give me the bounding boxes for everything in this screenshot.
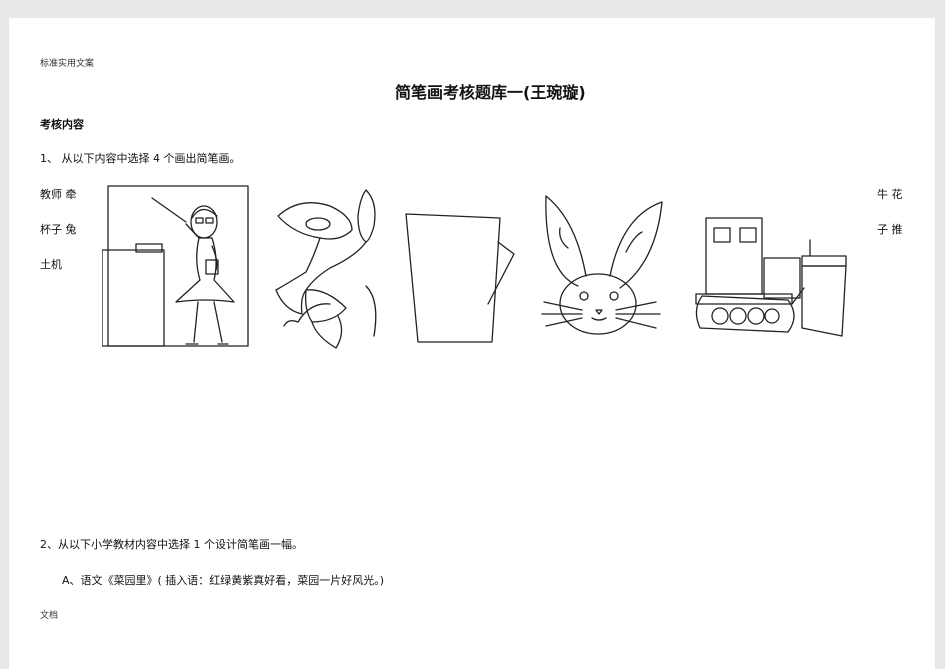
- document-title: 简笔画考核题库一(王琬璇): [395, 83, 586, 102]
- section-heading: 考核内容: [40, 118, 84, 131]
- cup-drawing: [405, 213, 515, 343]
- question-1-text: 1、 从以下内容中选择 4 个画出简笔画。: [40, 152, 241, 165]
- right-text-line-2: 子 推: [877, 223, 903, 236]
- morning-glory-drawing: [275, 189, 377, 349]
- page-footer: 文档: [40, 611, 59, 621]
- teacher-drawing: [102, 185, 249, 347]
- page-header: 标准实用文案: [40, 59, 95, 69]
- question-2-text: 2、从以下小学教材内容中选择 1 个设计简笔画一幅。: [40, 538, 303, 551]
- bulldozer-drawing: [695, 217, 847, 337]
- right-text-line-1: 牛 花: [877, 188, 903, 201]
- rabbit-drawing: [541, 195, 663, 335]
- left-text-line-1: 教师 牵: [40, 188, 77, 201]
- left-text-line-3: 土机: [40, 258, 62, 271]
- left-text-line-2: 杯子 兔: [40, 223, 77, 236]
- question-2-option-a: A、语文《菜园里》( 插入语：红绿黄紫真好看，菜园一片好风光。): [62, 574, 385, 587]
